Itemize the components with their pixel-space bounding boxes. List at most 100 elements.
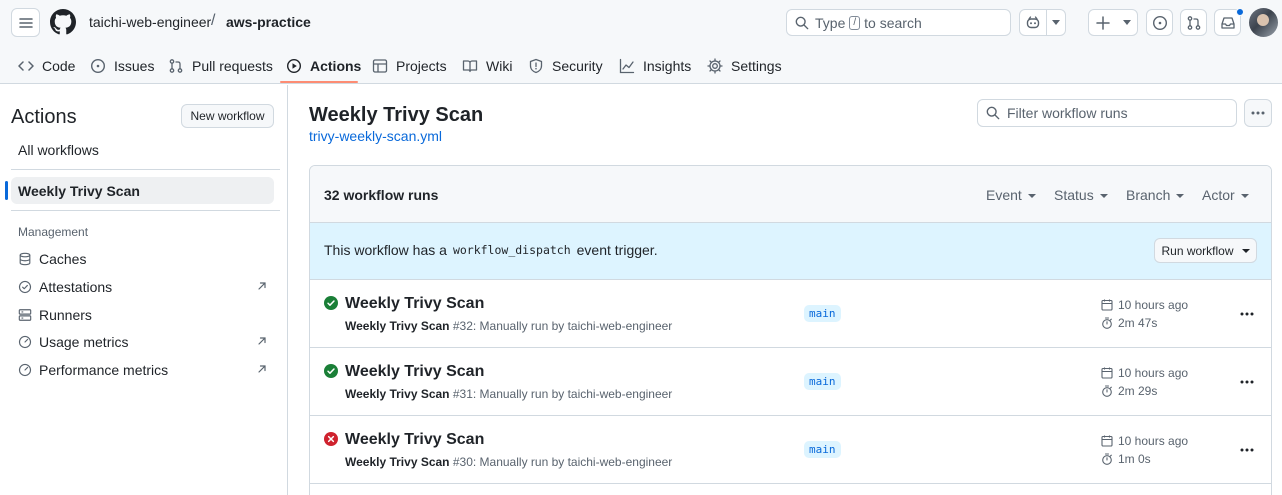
filter-placeholder: Filter workflow runs	[1007, 105, 1128, 121]
tab-issues-label: Issues	[114, 58, 155, 74]
run-time: 10 hours ago	[1101, 298, 1188, 312]
tab-pull-requests[interactable]: Pull requests	[168, 48, 273, 84]
branch-tag[interactable]: main	[804, 441, 841, 458]
pull-request-icon	[1187, 15, 1200, 30]
tab-code-label: Code	[42, 58, 76, 74]
chevron-down-icon	[1027, 194, 1036, 198]
run-duration: 1m 0s	[1101, 452, 1151, 466]
run-detail: #31: Manually run by taichi-web-engineer	[449, 387, 673, 401]
stopwatch-icon	[1102, 453, 1112, 465]
run-duration-label: 2m 29s	[1118, 384, 1158, 398]
plus-icon[interactable]	[1089, 10, 1117, 35]
workflow-file-link[interactable]: trivy-weekly-scan.yml	[309, 128, 442, 144]
external-link-icon	[258, 365, 266, 373]
tab-security-label: Security	[552, 58, 603, 74]
dispatch-banner: This workflow has a workflow_dispatch ev…	[310, 223, 1271, 280]
run-meta: Weekly Trivy Scan #32: Manually run by t…	[345, 319, 672, 333]
run-duration-label: 2m 47s	[1118, 316, 1158, 330]
verified-icon	[18, 280, 32, 294]
stopwatch-icon	[1102, 317, 1112, 329]
issues-button[interactable]	[1146, 9, 1173, 36]
run-options-button[interactable]	[1237, 440, 1257, 460]
sidebar-item-weekly-trivy-scan-label: Weekly Trivy Scan	[18, 183, 140, 199]
meter-icon	[18, 335, 32, 349]
issue-icon	[90, 58, 106, 74]
active-indicator	[5, 181, 8, 200]
database-icon	[19, 252, 31, 266]
run-duration: 2m 29s	[1101, 384, 1157, 398]
success-check-icon	[324, 364, 338, 378]
workflow-runs-box: 32 workflow runs Event Status Branch Act…	[309, 165, 1272, 495]
sidebar-item-label: Usage metrics	[39, 334, 129, 350]
tab-actions[interactable]: Actions	[286, 48, 361, 84]
tab-settings[interactable]: Settings	[707, 48, 782, 84]
sidebar-item-attestations[interactable]: Attestations	[18, 277, 268, 297]
sidebar-item-caches[interactable]: Caches	[18, 249, 268, 269]
workflow-run-row[interactable]: Weekly Trivy Scan Weekly Trivy Scan #32:…	[310, 280, 1271, 348]
code-icon	[18, 61, 34, 71]
sidebar-item-performance-metrics[interactable]: Performance metrics	[18, 360, 268, 380]
new-workflow-button[interactable]: New workflow	[181, 104, 274, 128]
tab-projects[interactable]: Projects	[372, 48, 447, 84]
dispatch-code: workflow_dispatch	[452, 243, 571, 257]
chevron-down-icon	[1099, 194, 1108, 198]
sidebar-item-all-workflows[interactable]: All workflows	[18, 142, 99, 158]
calendar-icon	[1101, 435, 1113, 447]
run-title[interactable]: Weekly Trivy Scan	[345, 295, 484, 313]
breadcrumb-owner[interactable]: taichi-web-engineer	[89, 14, 211, 30]
menu-button[interactable]	[11, 8, 40, 37]
run-options-button[interactable]	[1237, 304, 1257, 324]
run-meta: Weekly Trivy Scan #31: Manually run by t…	[345, 387, 672, 401]
issue-icon	[1152, 15, 1167, 30]
tab-wiki[interactable]: Wiki	[462, 48, 512, 84]
breadcrumb-repo[interactable]: aws-practice	[226, 14, 311, 30]
github-logo-icon[interactable]	[50, 9, 76, 35]
workflow-options-button[interactable]	[1244, 99, 1272, 127]
run-title[interactable]: Weekly Trivy Scan	[345, 431, 484, 449]
tab-code[interactable]: Code	[18, 48, 75, 84]
workflow-run-row[interactable]: Weekly Trivy Scan Weekly Trivy Scan #30:…	[310, 416, 1271, 484]
sidebar-item-runners[interactable]: Runners	[18, 305, 268, 325]
book-icon	[462, 60, 478, 73]
create-dropdown-chevron-icon[interactable]	[1117, 10, 1137, 35]
run-title[interactable]: Weekly Trivy Scan	[345, 363, 484, 381]
global-header: taichi-web-engineer / aws-practice Type …	[0, 0, 1282, 84]
gear-icon	[707, 58, 723, 74]
external-link-icon	[258, 337, 266, 345]
stopwatch-icon	[1102, 385, 1112, 397]
run-meta: Weekly Trivy Scan #30: Manually run by t…	[345, 455, 672, 469]
branch-filter-dropdown[interactable]: Branch	[1126, 187, 1185, 203]
global-search-input[interactable]: Type / to search	[786, 9, 1011, 36]
tab-projects-label: Projects	[396, 58, 447, 74]
branch-tag[interactable]: main	[804, 373, 841, 390]
graph-icon	[619, 58, 635, 74]
chevron-down-icon	[1240, 194, 1249, 198]
copilot-dropdown-chevron-icon[interactable]	[1046, 10, 1065, 35]
user-avatar[interactable]	[1249, 8, 1278, 37]
actor-filter-dropdown[interactable]: Actor	[1202, 187, 1249, 203]
create-new-button[interactable]	[1088, 9, 1138, 36]
run-options-button[interactable]	[1237, 372, 1257, 392]
run-detail: #32: Manually run by taichi-web-engineer	[449, 319, 673, 333]
tab-security[interactable]: Security	[528, 48, 603, 84]
copilot-button[interactable]	[1019, 9, 1066, 36]
sidebar-item-usage-metrics[interactable]: Usage metrics	[18, 332, 268, 352]
status-filter-dropdown[interactable]: Status	[1054, 187, 1108, 203]
tab-settings-label: Settings	[731, 58, 782, 74]
server-icon	[18, 309, 32, 321]
search-suffix: to search	[864, 14, 922, 31]
run-workflow-button[interactable]: Run workflow	[1154, 238, 1257, 263]
copilot-icon[interactable]	[1020, 10, 1046, 35]
play-icon	[286, 58, 302, 74]
hamburger-icon	[18, 17, 33, 28]
tab-insights[interactable]: Insights	[619, 48, 691, 84]
event-filter-dropdown[interactable]: Event	[986, 187, 1036, 203]
branch-tag[interactable]: main	[804, 305, 841, 322]
filter-workflow-runs-input[interactable]: Filter workflow runs	[977, 99, 1237, 127]
tab-issues[interactable]: Issues	[90, 48, 154, 84]
search-shortcut-key: /	[849, 15, 861, 30]
workflow-run-row[interactable]: Weekly Trivy Scan Weekly Trivy Scan #31:…	[310, 348, 1271, 416]
pull-requests-button[interactable]	[1180, 9, 1207, 36]
run-workflow-label: Run workflow	[1161, 243, 1234, 258]
run-duration-label: 1m 0s	[1118, 452, 1151, 466]
